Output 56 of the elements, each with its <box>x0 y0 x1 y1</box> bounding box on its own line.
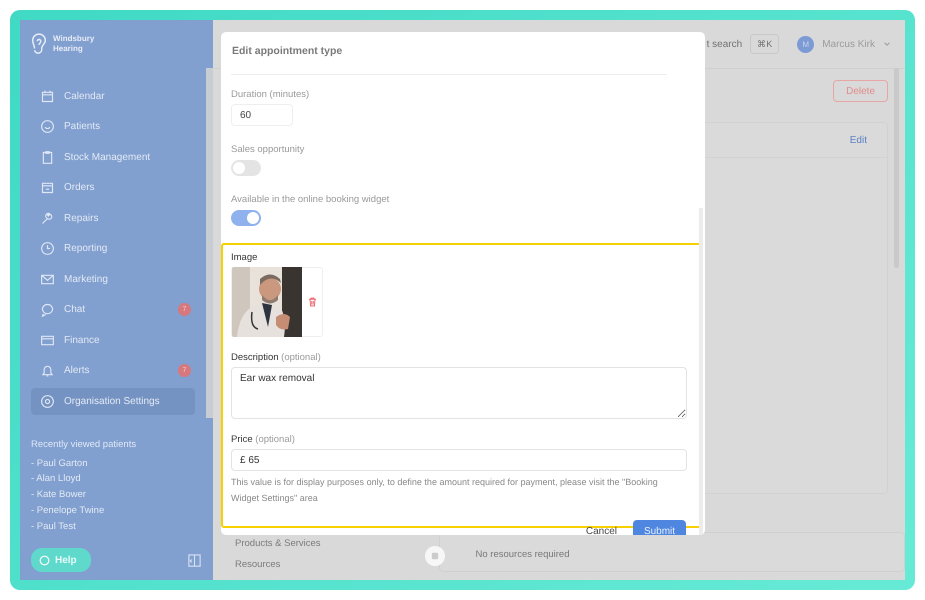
recent-patient-link[interactable]: - Paul Garton <box>31 456 213 472</box>
nav-item[interactable]: Reporting <box>31 236 195 262</box>
toggle-switch[interactable] <box>231 210 261 226</box>
recent-patient-link[interactable]: - Paul Test <box>31 518 213 534</box>
scrollbar[interactable] <box>206 68 213 418</box>
field-label: Available in the online booking widget <box>231 194 390 205</box>
field-label: Price (optional) <box>231 434 296 445</box>
field-label: Description (optional) <box>231 352 322 363</box>
price-field[interactable]: £ 65 <box>231 449 687 471</box>
bell-icon <box>40 363 55 378</box>
collapse-icon[interactable] <box>187 552 202 568</box>
nav-item[interactable]: Stock Management <box>31 144 195 170</box>
chevron-down-icon[interactable] <box>883 40 891 48</box>
trash-icon[interactable] <box>308 297 317 307</box>
recent-patient-link[interactable]: - Alan Lloyd <box>31 471 213 488</box>
nav-item[interactable]: Repairs <box>31 205 195 232</box>
square-icon <box>431 552 439 560</box>
field-label: Duration (minutes) <box>231 89 310 100</box>
avatar[interactable]: M <box>797 36 814 52</box>
user-name[interactable]: Marcus Kirk <box>822 38 875 50</box>
help-text: This value is for display purposes only, to define the amount required for payment, please visit the "Booking Widget Settings" area <box>231 476 659 505</box>
shortcut-key: ⌘K <box>750 34 780 54</box>
submit-button[interactable]: Submit <box>633 520 686 535</box>
gear-icon <box>40 394 55 409</box>
floating-button[interactable] <box>425 546 445 566</box>
note-text: No resources required <box>476 549 570 560</box>
field-label: Image <box>231 252 258 263</box>
clock-icon <box>40 241 55 256</box>
nav-item[interactable]: Orders <box>31 174 195 201</box>
help-icon <box>39 554 50 566</box>
logo-text: Windsbury Hearing <box>53 34 94 54</box>
nav-item[interactable]: Calendar <box>31 83 195 110</box>
chat-bubble-icon <box>40 302 55 318</box>
clipboard-icon <box>40 150 55 165</box>
nav-item[interactable]: Marketing <box>31 266 195 292</box>
recent-patient-link[interactable]: - Kate Bower <box>31 487 213 503</box>
nav-item[interactable]: Finance <box>31 327 195 354</box>
search-hint: t search <box>706 38 742 50</box>
help-button[interactable]: Help <box>31 548 91 572</box>
edit-link[interactable]: Edit <box>850 134 867 146</box>
nav-item[interactable]: Organisation Settings <box>31 388 195 414</box>
description-field[interactable]: Ear wax removal <box>231 367 687 419</box>
recent-patient-link[interactable]: - Penelope Twine <box>31 502 213 519</box>
smiley-icon <box>40 119 55 134</box>
delete-button[interactable]: Delete <box>833 80 888 102</box>
field-label: Sales opportunity <box>231 144 306 155</box>
ear-icon <box>30 32 48 56</box>
menu-item[interactable]: Products & Services <box>235 538 414 559</box>
cancel-button[interactable]: Cancel <box>584 520 619 535</box>
section-heading: Recently viewed patients <box>31 438 138 450</box>
nav-item[interactable]: Patients <box>31 114 195 140</box>
duration-field[interactable]: 60 <box>231 104 293 126</box>
image-upload[interactable] <box>231 267 323 337</box>
toggle-switch[interactable] <box>231 160 261 176</box>
menu-item[interactable]: Resources <box>235 559 414 580</box>
dialog-title: Edit appointment type <box>232 45 342 57</box>
